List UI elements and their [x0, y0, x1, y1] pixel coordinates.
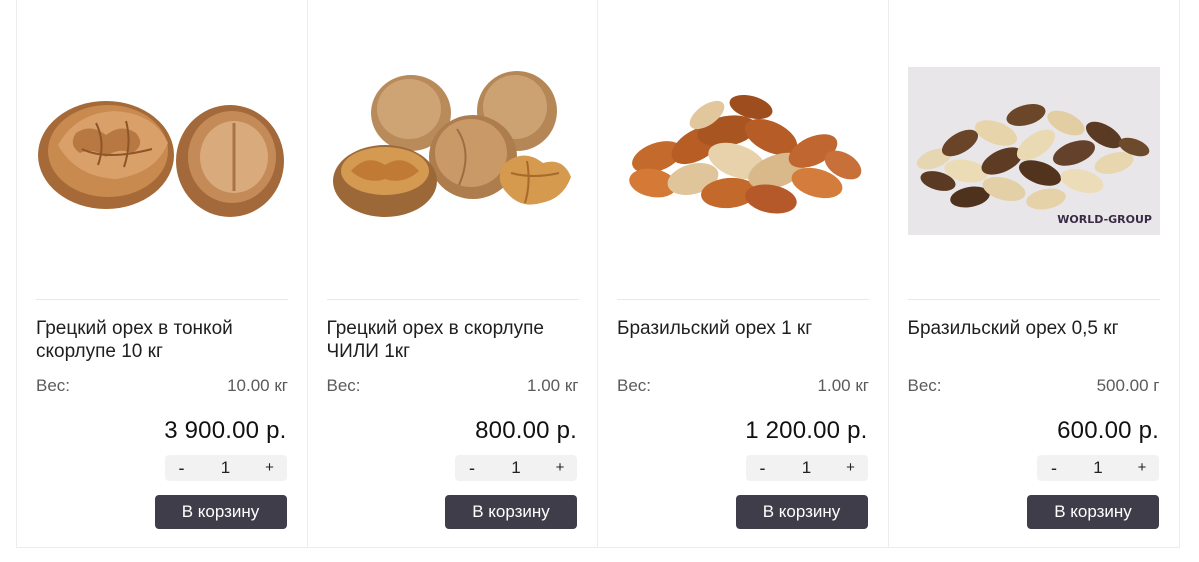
add-to-cart-button[interactable]: В корзину	[735, 495, 868, 529]
walnut-chili-image	[326, 53, 579, 249]
product-title[interactable]: Грецкий орех в скорлупе ЧИЛИ 1кг	[327, 317, 583, 363]
divider	[36, 299, 288, 300]
brazil-nut-half-kg-image: WORLD-GROUP	[907, 67, 1160, 235]
quantity-input[interactable]: 1	[780, 455, 834, 481]
product-image[interactable]	[36, 53, 288, 249]
weight-label: Вес:	[326, 376, 361, 395]
quantity-stepper: - 1 +	[1037, 455, 1159, 481]
decrease-quantity-button[interactable]: -	[1037, 455, 1071, 481]
increase-quantity-button[interactable]: +	[253, 455, 287, 481]
quantity-stepper: - 1 +	[164, 455, 287, 481]
product-price: 3 900.00 р.	[164, 417, 287, 444]
weight-row: Вес: 1.00 кг	[327, 376, 579, 396]
divider	[907, 299, 1160, 300]
quantity-stepper: - 1 +	[745, 455, 868, 481]
weight-row: Вес: 500.00 г	[908, 376, 1160, 396]
decrease-quantity-button[interactable]: -	[165, 455, 199, 481]
product-image[interactable]	[326, 53, 579, 249]
weight-value: 1.00 кг	[527, 376, 579, 395]
increase-quantity-button[interactable]: +	[834, 455, 868, 481]
product-image[interactable]	[617, 53, 869, 249]
add-to-cart-button[interactable]: В корзину	[445, 495, 577, 529]
weight-value: 10.00 кг	[227, 376, 288, 395]
weight-label: Вес:	[617, 376, 652, 395]
walnut-thin-shell-image	[36, 53, 288, 249]
weight-value: 1.00 кг	[817, 376, 869, 395]
product-grid: Грецкий орех в тонкой скорлупе 10 кг Вес…	[16, 0, 1180, 548]
product-title[interactable]: Бразильский орех 1 кг	[617, 317, 873, 340]
product-card: WORLD-GROUP Бразильский орех 0,5 кг Вес:…	[889, 0, 1180, 547]
increase-quantity-button[interactable]: +	[543, 455, 577, 481]
product-title[interactable]: Бразильский орех 0,5 кг	[908, 317, 1164, 340]
product-price: 1 200.00 р.	[745, 417, 868, 444]
decrease-quantity-button[interactable]: -	[455, 455, 489, 481]
weight-row: Вес: 1.00 кг	[617, 376, 869, 396]
add-to-cart-button[interactable]: В корзину	[154, 495, 287, 529]
product-price: 800.00 р.	[475, 417, 577, 444]
divider	[617, 299, 869, 300]
quantity-input[interactable]: 1	[489, 455, 543, 481]
product-title[interactable]: Грецкий орех в тонкой скорлупе 10 кг	[36, 317, 292, 363]
quantity-stepper: - 1 +	[455, 455, 577, 481]
decrease-quantity-button[interactable]: -	[746, 455, 780, 481]
product-price: 600.00 р.	[1057, 417, 1159, 444]
brazil-nut-image	[617, 53, 869, 249]
product-card: Грецкий орех в тонкой скорлупе 10 кг Вес…	[17, 0, 308, 547]
product-image[interactable]: WORLD-GROUP	[907, 53, 1160, 249]
product-card: Грецкий орех в скорлупе ЧИЛИ 1кг Вес: 1.…	[308, 0, 598, 547]
quantity-input[interactable]: 1	[1071, 455, 1125, 481]
divider	[326, 299, 579, 300]
increase-quantity-button[interactable]: +	[1125, 455, 1159, 481]
product-card: Бразильский орех 1 кг Вес: 1.00 кг 1 200…	[598, 0, 889, 547]
add-to-cart-button[interactable]: В корзину	[1027, 495, 1159, 529]
quantity-input[interactable]: 1	[199, 455, 253, 481]
weight-value: 500.00 г	[1096, 376, 1160, 395]
weight-label: Вес:	[36, 376, 71, 395]
weight-row: Вес: 10.00 кг	[36, 376, 288, 396]
weight-label: Вес:	[907, 376, 942, 395]
watermark-text: WORLD-GROUP	[1057, 213, 1152, 226]
